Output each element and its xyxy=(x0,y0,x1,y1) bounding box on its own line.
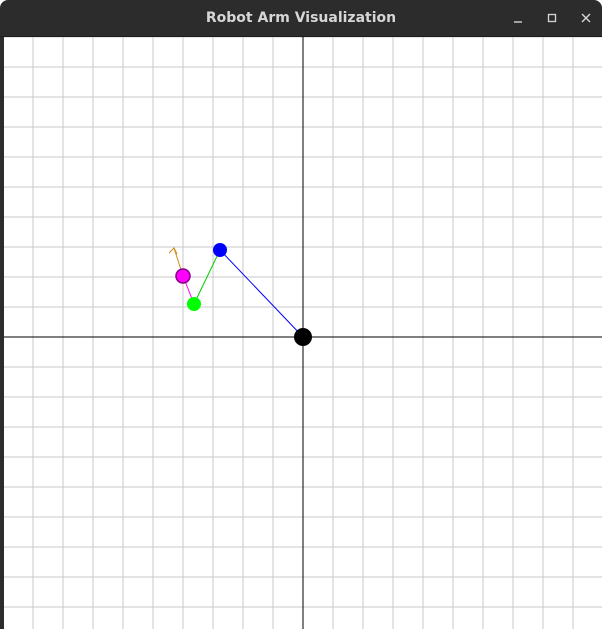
joint-2 xyxy=(187,297,201,311)
base-joint xyxy=(294,328,312,346)
visualization-canvas[interactable] xyxy=(4,37,602,629)
minimize-button[interactable] xyxy=(506,7,530,29)
maximize-button[interactable] xyxy=(540,7,564,29)
joint-1 xyxy=(213,243,227,257)
robot-arm xyxy=(168,243,312,346)
app-window: Robot Arm Visualization xyxy=(0,0,602,629)
arm-plot[interactable] xyxy=(4,37,602,629)
link-1 xyxy=(219,249,304,338)
end-effector xyxy=(175,268,191,284)
close-button[interactable] xyxy=(574,7,598,29)
close-icon xyxy=(581,13,591,23)
maximize-icon xyxy=(547,13,557,23)
minimize-icon xyxy=(514,21,522,23)
title-bar[interactable]: Robot Arm Visualization xyxy=(0,0,602,37)
